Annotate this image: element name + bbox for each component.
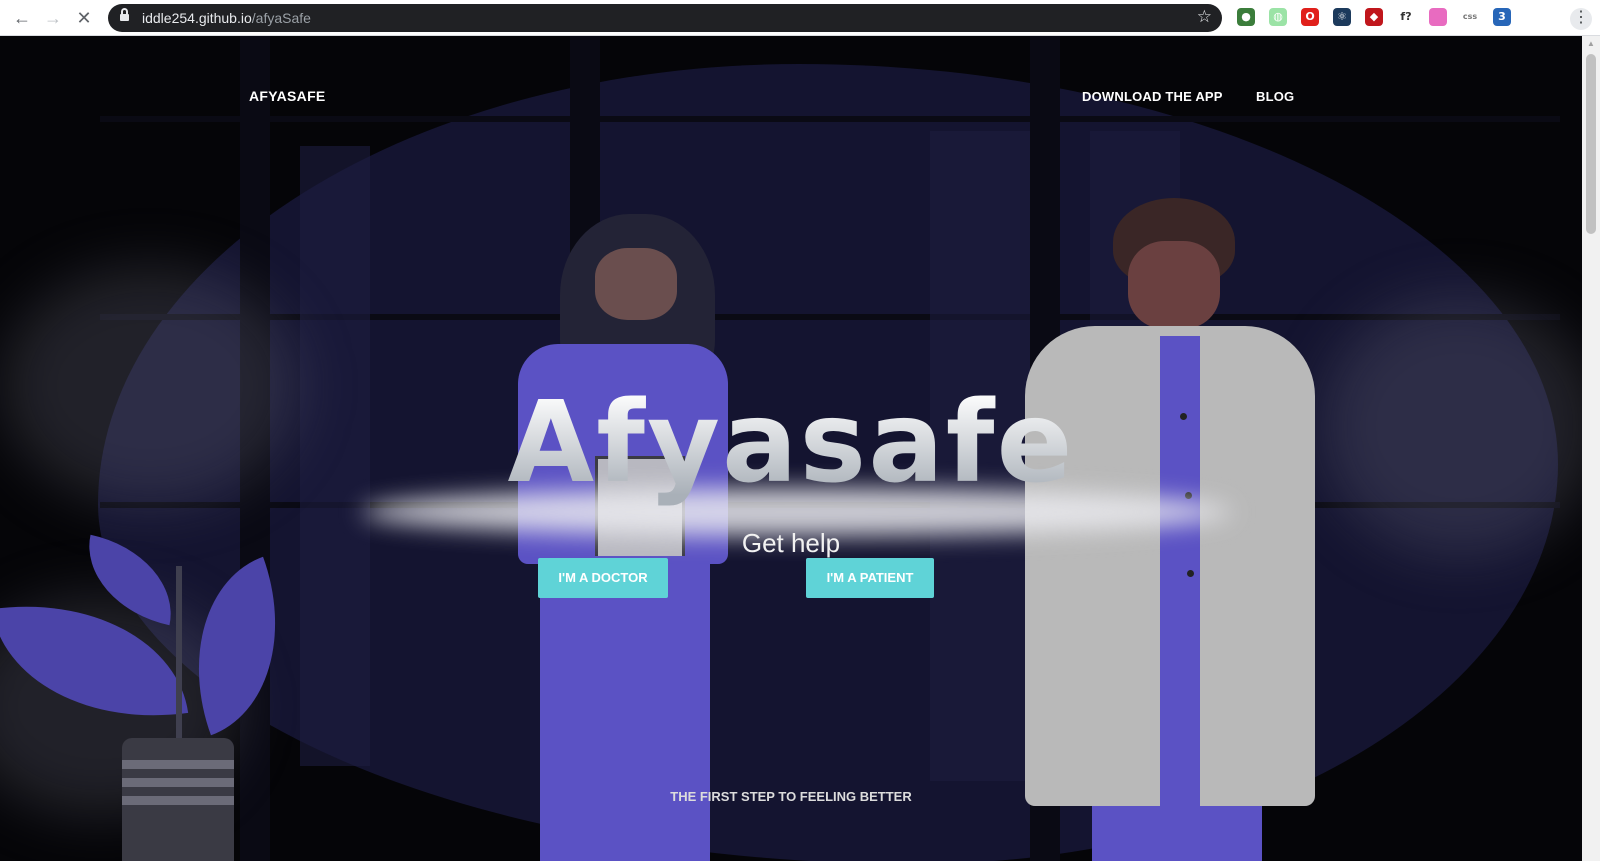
extension-gradient-icon[interactable]: [1429, 8, 1447, 26]
forward-arrow-icon[interactable]: →: [43, 8, 63, 28]
url-host: iddle254.github.io: [142, 10, 252, 26]
extension-font-icon[interactable]: f?: [1397, 8, 1415, 26]
extension-css3-icon[interactable]: 3: [1493, 8, 1511, 26]
extension-react-icon[interactable]: ⚛: [1333, 8, 1351, 26]
patient-button[interactable]: I'M A PATIENT: [806, 558, 934, 598]
extension-css-text-icon[interactable]: css: [1461, 8, 1479, 26]
lock-icon: [120, 8, 129, 23]
hero-title: Afyasafe: [0, 378, 1582, 508]
bookmark-star-icon[interactable]: ☆: [1197, 7, 1212, 27]
scroll-up-icon[interactable]: ▲: [1586, 39, 1596, 49]
browser-toolbar: ← → ✕ iddle254.github.io/afyaSafe ☆ ● ◍ O ⚛…: [0, 0, 1600, 36]
scrollbar-thumb[interactable]: [1586, 54, 1596, 234]
nav-blog[interactable]: BLOG: [1256, 89, 1294, 104]
nav-download-app[interactable]: DOWNLOAD THE APP: [1082, 89, 1223, 104]
more-menu-icon[interactable]: ⋮: [1570, 8, 1592, 30]
page-viewport: AFYASAFE DOWNLOAD THE APP BLOG Afyasafe …: [0, 36, 1582, 861]
url-text[interactable]: iddle254.github.io/afyaSafe: [142, 10, 311, 26]
doctor-button[interactable]: I'M A DOCTOR: [538, 558, 668, 598]
hero-tagline: THE FIRST STEP TO FEELING BETTER: [670, 789, 912, 804]
window-frame: [100, 116, 1560, 122]
stop-loading-icon[interactable]: ✕: [74, 8, 94, 28]
page-scrollbar[interactable]: ▲: [1582, 36, 1600, 861]
address-bar[interactable]: iddle254.github.io/afyaSafe ☆: [108, 4, 1222, 32]
brand-logo[interactable]: AFYASAFE: [249, 88, 326, 104]
back-arrow-icon[interactable]: ←: [12, 8, 32, 28]
hero-subtitle: Get help: [741, 528, 841, 558]
url-path: /afyaSafe: [251, 10, 311, 26]
extension-globe-icon[interactable]: ●: [1237, 8, 1255, 26]
extension-ruby-icon[interactable]: ◆: [1365, 8, 1383, 26]
extension-spiral-icon[interactable]: ◍: [1269, 8, 1287, 26]
extension-opera-icon[interactable]: O: [1301, 8, 1319, 26]
